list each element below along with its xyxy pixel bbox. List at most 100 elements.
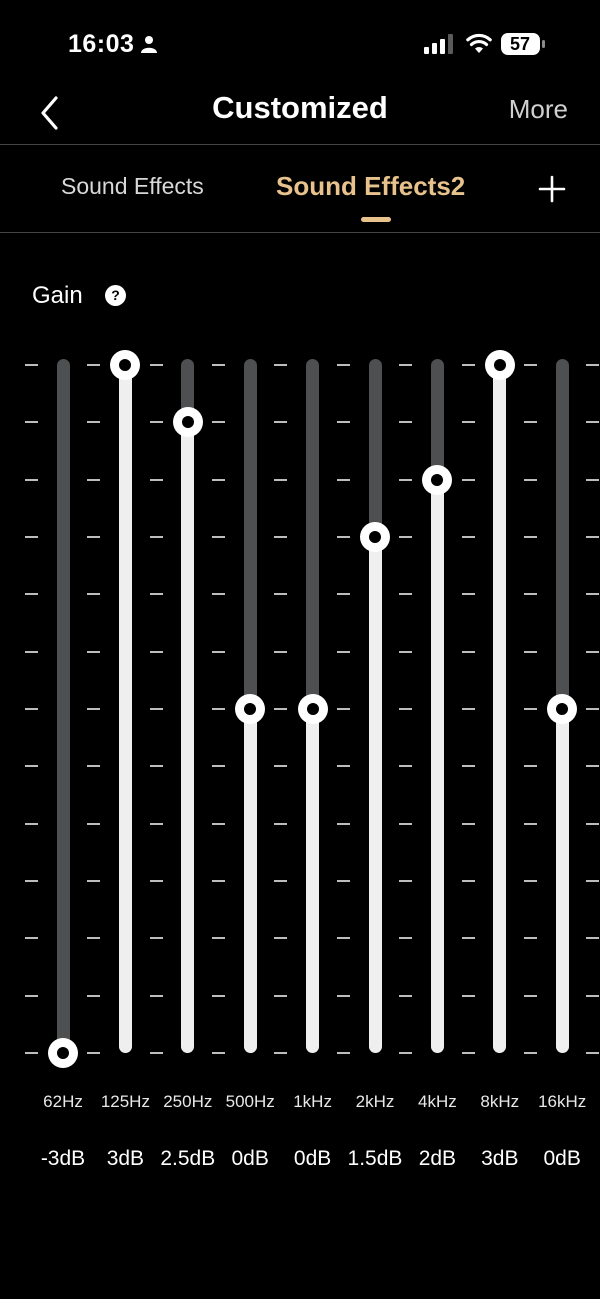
scale-tick xyxy=(399,364,413,366)
scale-tick xyxy=(149,650,163,653)
scale-tick xyxy=(149,478,163,481)
scale-tick xyxy=(24,650,38,653)
scale-tick xyxy=(336,708,350,710)
scale-tick xyxy=(24,536,38,538)
help-icon[interactable]: ? xyxy=(105,285,126,306)
scale-tick xyxy=(274,650,288,653)
frequency-label: 16kHz xyxy=(538,1092,587,1111)
scale-tick xyxy=(524,994,537,997)
scale-tick xyxy=(212,994,225,997)
scale-tick xyxy=(524,708,537,710)
scale-tick xyxy=(399,478,413,481)
tab-sound-effects2[interactable]: Sound Effects2 xyxy=(276,171,465,202)
scale-tick xyxy=(212,364,225,366)
scale-tick xyxy=(24,994,38,997)
scale-tick xyxy=(87,994,101,997)
slider-fill xyxy=(555,709,569,1053)
scale-tick xyxy=(274,765,288,768)
scale-tick xyxy=(274,937,288,940)
scale-tick xyxy=(461,880,475,882)
scale-tick xyxy=(149,536,163,538)
scale-tick xyxy=(24,1052,38,1054)
scale-tick xyxy=(586,364,600,366)
nav-bar: Customized More xyxy=(0,88,600,145)
slider-knob[interactable] xyxy=(484,350,515,380)
scale-tick xyxy=(212,536,225,538)
scale-tick xyxy=(586,708,600,710)
scale-tick xyxy=(212,937,225,940)
scale-tick xyxy=(524,421,537,424)
tab-sound-effects[interactable]: Sound Effects xyxy=(61,173,204,200)
scale-tick xyxy=(399,765,413,768)
scale-tick xyxy=(524,1052,537,1054)
scale-tick xyxy=(461,536,475,538)
slider-knob[interactable] xyxy=(422,464,453,495)
scale-tick xyxy=(586,593,600,596)
slider-fill xyxy=(430,479,444,1053)
scale-tick xyxy=(586,536,600,538)
slider-knob[interactable] xyxy=(48,1038,78,1068)
scale-tick xyxy=(149,708,163,710)
scale-tick xyxy=(212,880,225,882)
scale-tick xyxy=(24,822,38,825)
scale-tick xyxy=(336,364,350,366)
tab-bar: Sound Effects Sound Effects2 xyxy=(0,145,600,233)
more-button[interactable]: More xyxy=(509,94,568,125)
scale-tick xyxy=(524,593,537,596)
scale-tick xyxy=(524,765,537,768)
equalizer xyxy=(0,340,600,1080)
scale-tick xyxy=(274,708,288,710)
scale-tick xyxy=(461,937,475,940)
slider-knob[interactable] xyxy=(547,694,578,724)
scale-tick xyxy=(399,1052,413,1054)
slider-track[interactable] xyxy=(56,359,70,1053)
scale-tick xyxy=(24,364,38,366)
scale-tick xyxy=(336,994,350,997)
slider-fill xyxy=(181,422,195,1053)
scale-tick xyxy=(212,593,225,596)
scale-tick xyxy=(212,650,225,653)
scale-tick xyxy=(149,880,163,882)
scale-tick xyxy=(524,364,537,366)
slider-fill xyxy=(368,537,382,1053)
add-icon[interactable] xyxy=(538,175,566,203)
scale-tick xyxy=(24,708,38,710)
slider-knob[interactable] xyxy=(235,694,266,724)
scale-tick xyxy=(336,765,350,768)
scale-tick xyxy=(336,822,350,825)
scale-tick xyxy=(87,478,101,481)
scale-tick xyxy=(524,536,537,538)
scale-tick xyxy=(87,364,101,366)
scale-tick xyxy=(87,880,101,882)
scale-tick xyxy=(87,650,101,653)
scale-tick xyxy=(461,593,475,596)
scale-tick xyxy=(586,994,600,997)
scale-tick xyxy=(24,421,38,424)
slider-fill xyxy=(493,365,507,1053)
scale-tick xyxy=(274,593,288,596)
scale-tick xyxy=(149,765,163,768)
scale-tick xyxy=(586,822,600,825)
person-icon xyxy=(141,36,157,53)
scale-tick xyxy=(274,822,288,825)
scale-tick xyxy=(524,880,537,882)
slider-knob[interactable] xyxy=(110,350,141,380)
scale-tick xyxy=(149,822,163,825)
slider-knob[interactable] xyxy=(172,407,203,438)
slider-fill xyxy=(118,365,132,1053)
scale-tick xyxy=(149,937,163,940)
active-tab-indicator xyxy=(361,217,391,222)
scale-tick xyxy=(274,364,288,366)
slider-fill xyxy=(306,709,320,1053)
slider-knob[interactable] xyxy=(360,522,390,552)
scale-tick xyxy=(87,765,101,768)
scale-tick xyxy=(87,708,101,710)
scale-tick xyxy=(461,1052,475,1054)
scale-tick xyxy=(212,1052,225,1054)
scale-tick xyxy=(149,994,163,997)
slider-knob[interactable] xyxy=(297,694,328,724)
scale-tick xyxy=(87,593,101,596)
scale-tick xyxy=(461,994,475,997)
scale-tick xyxy=(461,765,475,768)
scale-tick xyxy=(399,708,413,710)
